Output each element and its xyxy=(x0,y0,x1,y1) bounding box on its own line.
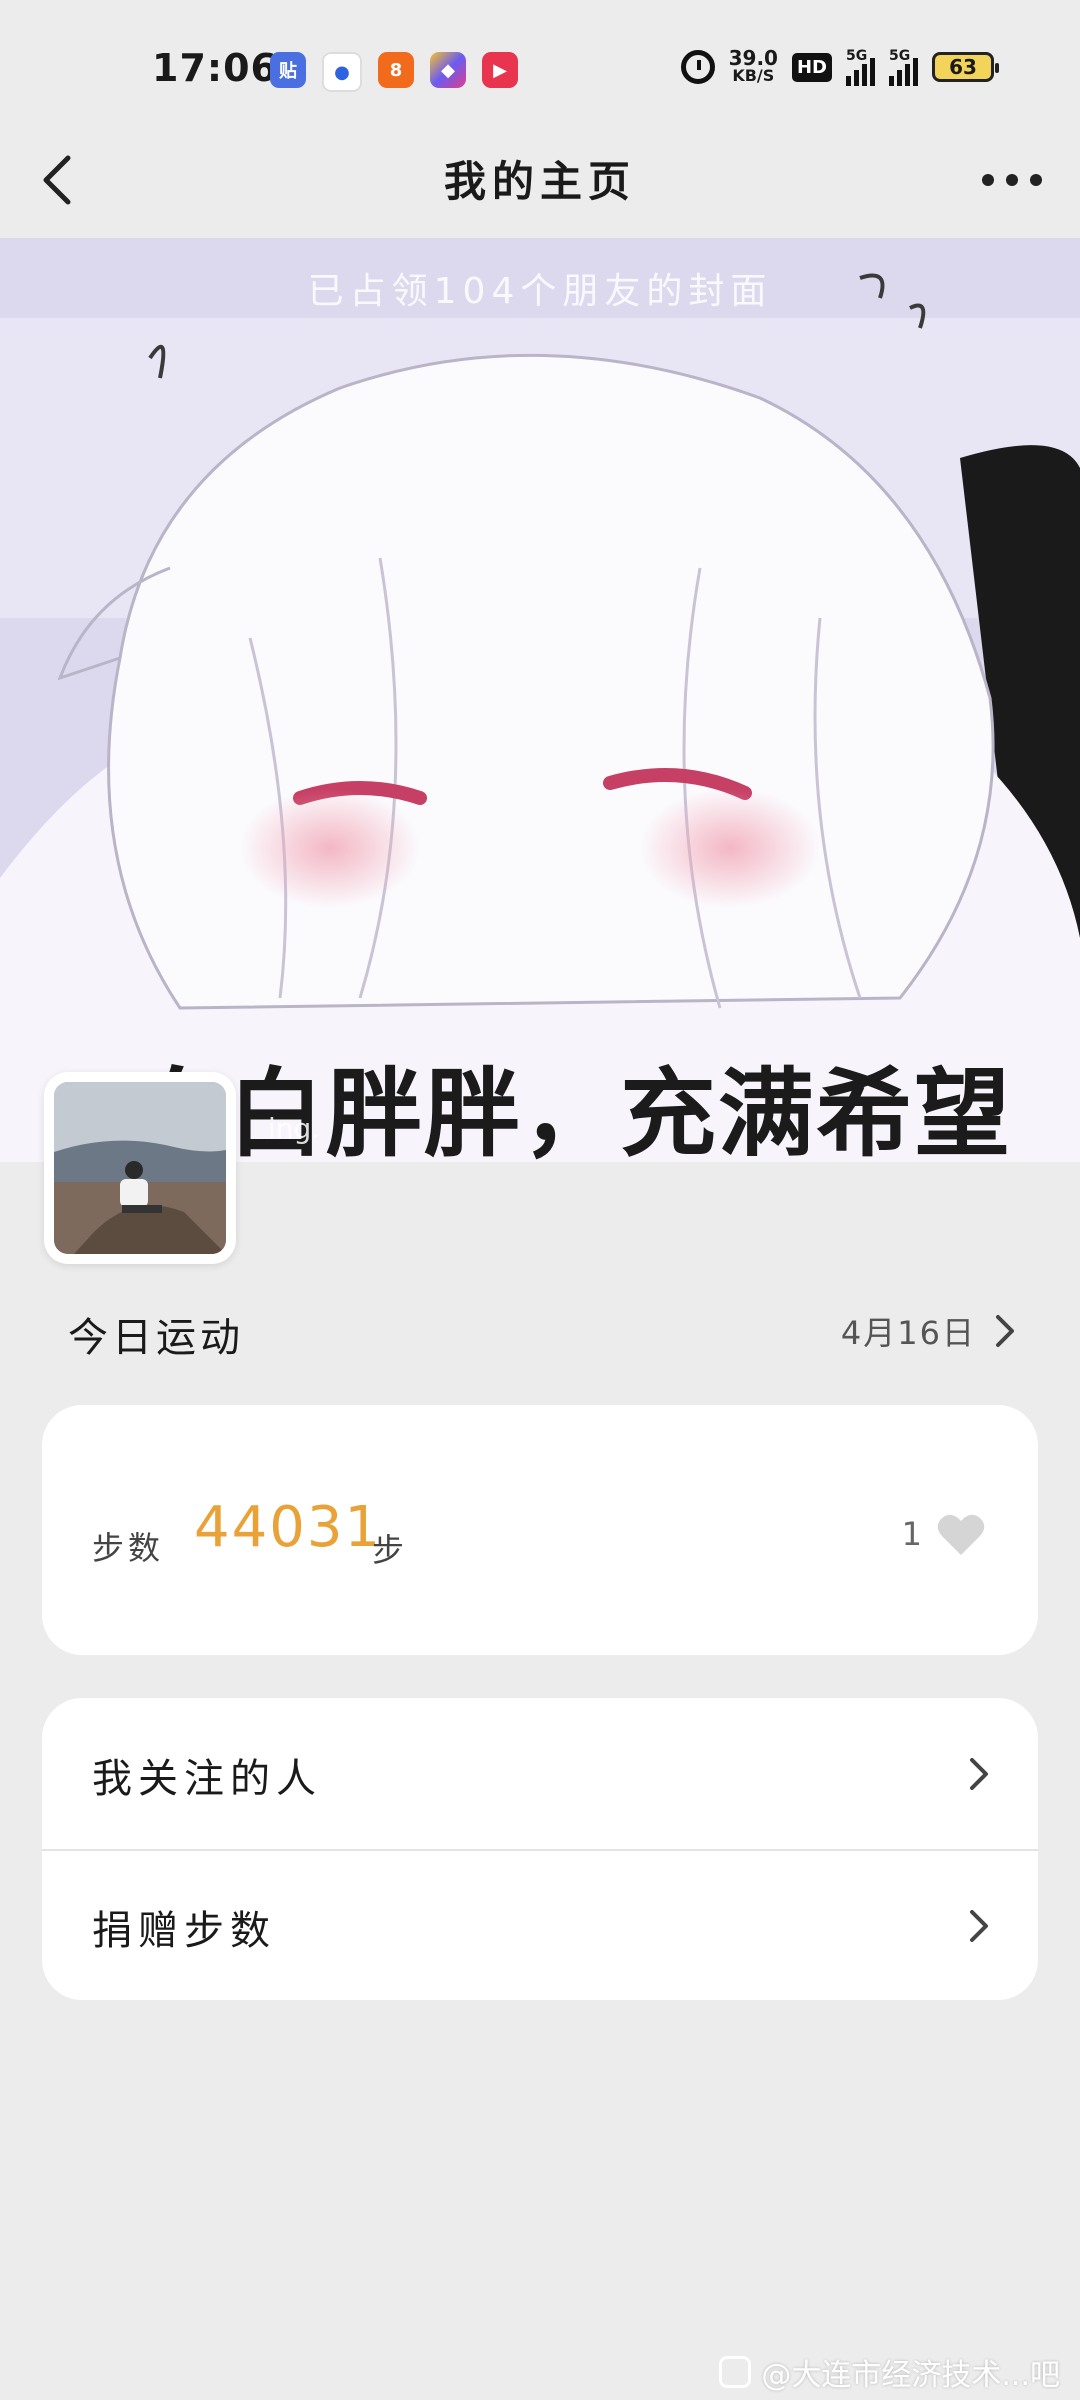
battery-icon: 63 xyxy=(932,52,999,82)
menu-card: 我关注的人 捐赠步数 xyxy=(42,1698,1038,2000)
chevron-right-icon xyxy=(970,1758,988,1790)
baidu-icon: ● xyxy=(322,52,362,92)
date-label: 4月16日 xyxy=(840,1314,976,1352)
network-speed: 39.0 KB/S xyxy=(728,46,778,85)
hd-badge: HD xyxy=(791,52,832,82)
status-bar: 17:06 贴 ● 8 ◆ ▶ 39.0 KB/S HD 5G 5G 63 xyxy=(0,0,1080,120)
avatar-tag: ing. xyxy=(268,1112,321,1145)
cover-illustration xyxy=(0,238,1080,1162)
date-selector[interactable]: 4月16日 xyxy=(841,1308,1016,1354)
cover-image-text: 白白胖胖，充满希望 xyxy=(130,1058,1012,1162)
app-colorful-icon: ◆ xyxy=(430,52,466,88)
avatar[interactable] xyxy=(44,1072,236,1264)
watermark-text: @大连市经济技术...吧 xyxy=(761,2358,1060,2393)
steps-card: 步数 44031 步 1 xyxy=(42,1405,1038,1655)
status-time: 17:06 xyxy=(152,46,278,90)
signal-label: 5G xyxy=(846,48,868,64)
app-orange-icon: 8 xyxy=(378,52,414,88)
chevron-right-icon xyxy=(996,1315,1014,1347)
steps-label: 步数 xyxy=(92,1529,165,1567)
watermark: @大连市经济技术...吧 xyxy=(719,2350,1060,2394)
menu-item-following[interactable]: 我关注的人 xyxy=(42,1698,1038,1848)
avatar-photo xyxy=(54,1082,226,1254)
video-play-icon: ▶ xyxy=(482,52,518,88)
status-right: 39.0 KB/S HD 5G 5G 63 xyxy=(680,46,999,86)
chevron-right-icon xyxy=(970,1910,988,1942)
like-button[interactable]: 1 xyxy=(902,1511,986,1557)
battery-level: 63 xyxy=(949,55,977,79)
more-options-button[interactable] xyxy=(982,160,1042,200)
watermark-icon xyxy=(719,2356,752,2388)
heart-icon xyxy=(937,1514,985,1555)
tieba-icon: 贴 xyxy=(270,52,306,88)
network-speed-unit: KB/S xyxy=(732,66,775,85)
menu-item-donate-steps[interactable]: 捐赠步数 xyxy=(42,1850,1038,2000)
network-speed-value: 39.0 xyxy=(728,46,778,70)
signal-icon: 5G xyxy=(846,48,875,86)
notification-icons: 贴 ● 8 ◆ ▶ xyxy=(270,52,518,92)
menu-item-label: 我关注的人 xyxy=(92,1756,322,1802)
signal-icon-2: 5G xyxy=(889,48,918,86)
section-title-today-exercise: 今日运动 xyxy=(68,1315,244,1361)
app-header: 我的主页 xyxy=(0,120,1080,238)
cover-image[interactable]: 已占领104个朋友的封面 白白胖胖，充满希望 xyxy=(0,238,1080,1162)
signal-label-2: 5G xyxy=(889,48,911,64)
page-title: 我的主页 xyxy=(443,157,636,206)
steps-value: 44031 xyxy=(194,1495,383,1560)
avatar-image xyxy=(54,1082,226,1254)
steps-unit: 步 xyxy=(372,1531,405,1569)
more-dot-icon xyxy=(982,174,994,186)
cover-caption: 已占领104个朋友的封面 xyxy=(307,271,773,312)
alarm-icon xyxy=(680,50,715,84)
menu-item-label: 捐赠步数 xyxy=(92,1908,276,1954)
like-count: 1 xyxy=(901,1515,922,1553)
